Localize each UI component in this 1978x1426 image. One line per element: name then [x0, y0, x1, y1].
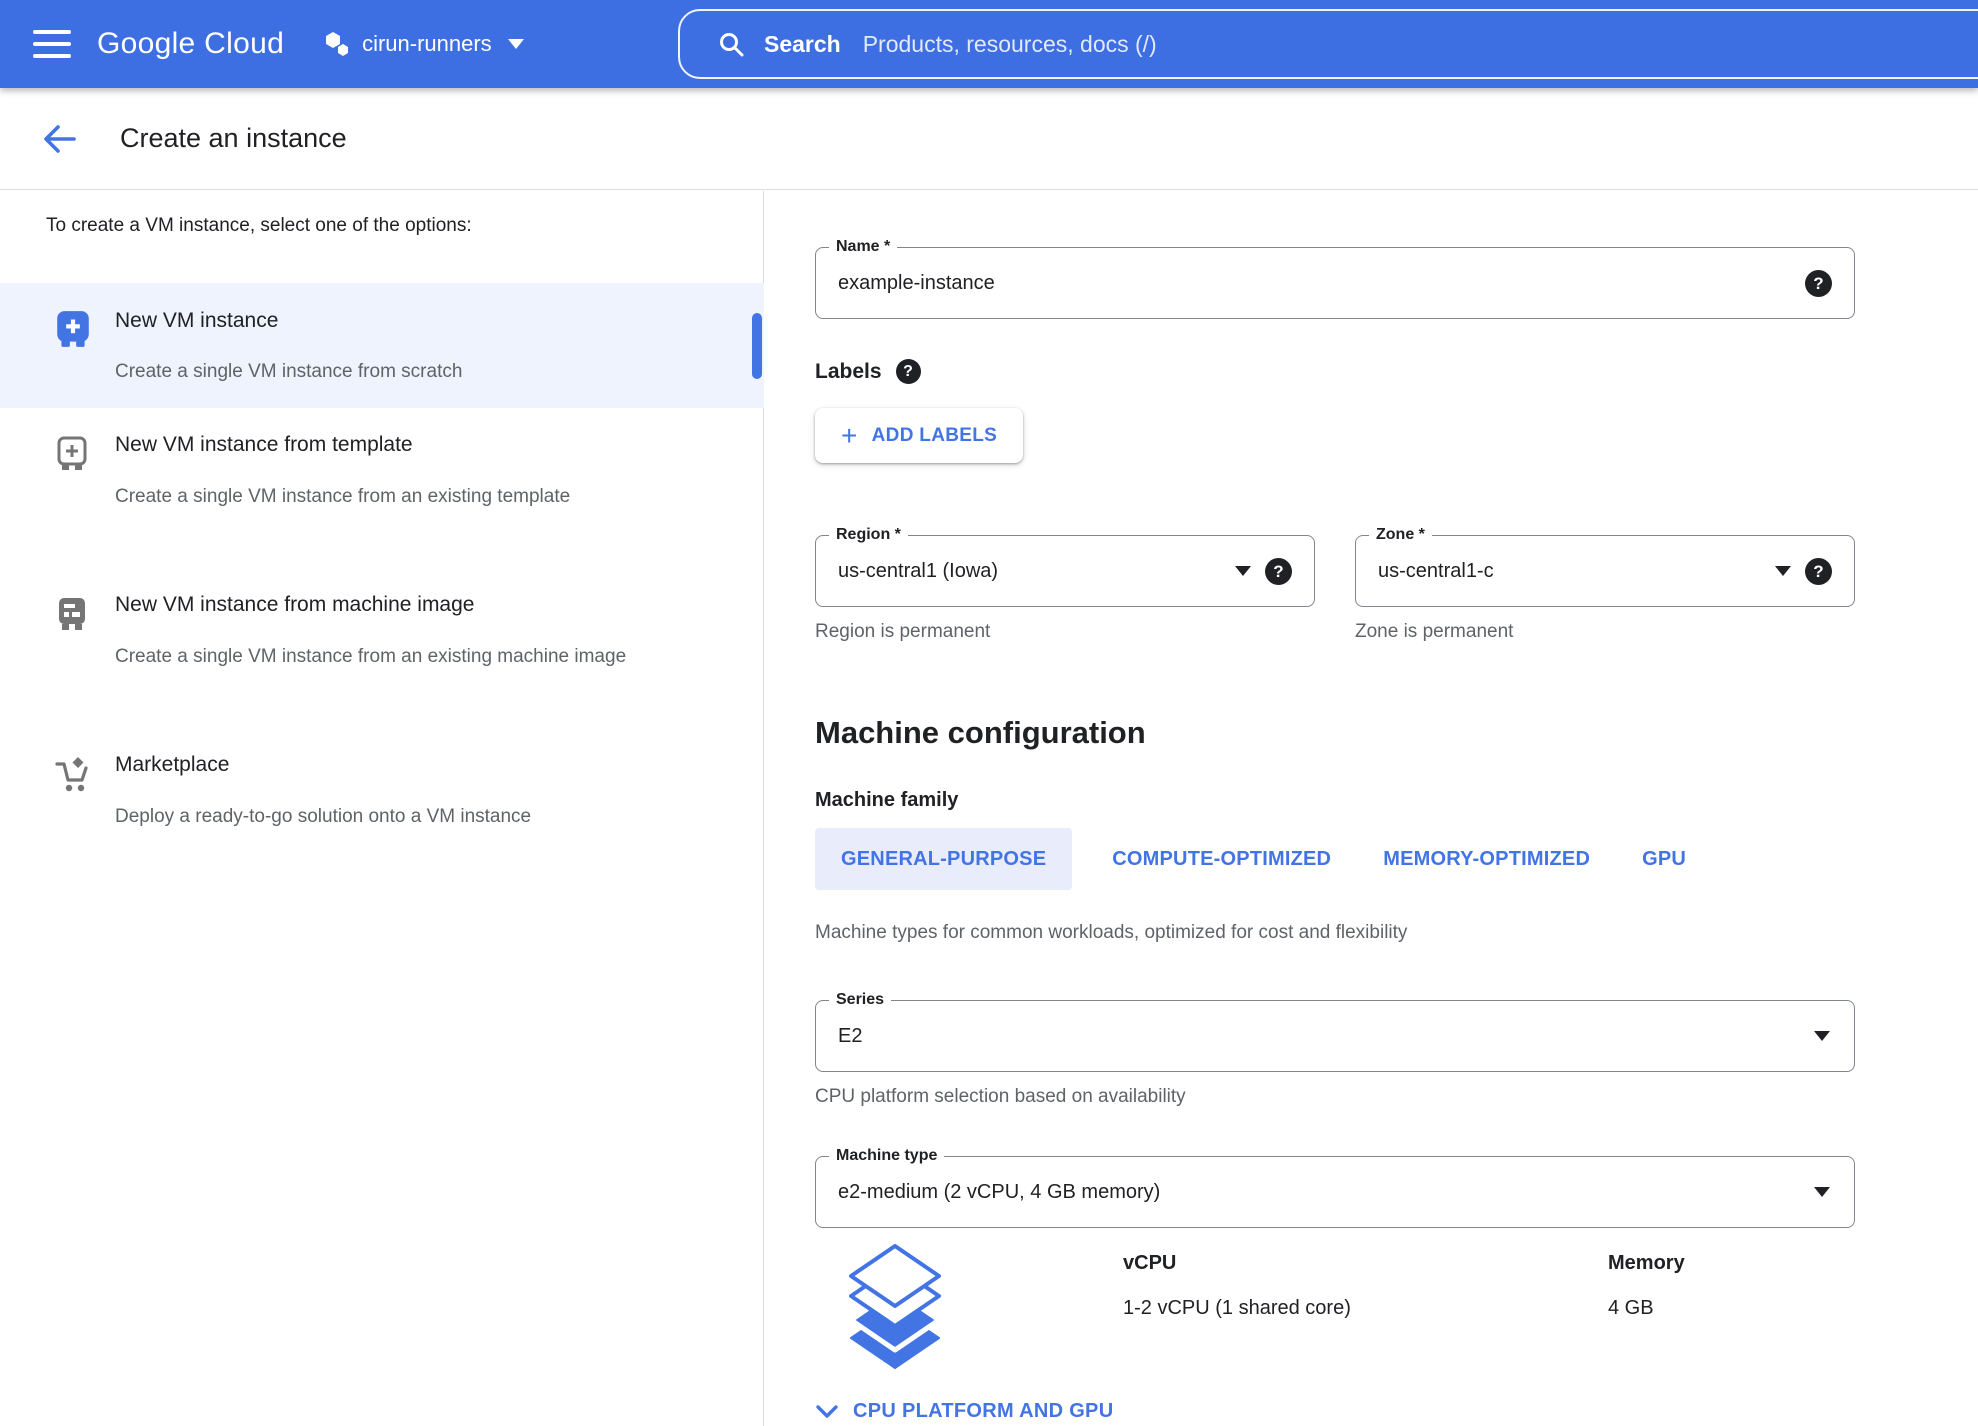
tab-compute-optimized[interactable]: COMPUTE-OPTIMIZED	[1086, 828, 1357, 890]
labels-help-icon[interactable]: ?	[896, 359, 921, 384]
machine-family-label: Machine family	[815, 789, 1978, 812]
google-cloud-logo[interactable]: Google Cloud	[97, 27, 284, 61]
page-header: Create an instance	[0, 88, 1978, 190]
instance-form-panel: Name * example-instance ? Labels ? + ADD…	[765, 191, 1978, 1426]
option-description: Create a single VM instance from an exis…	[115, 638, 635, 676]
option-title: New VM instance from machine image	[115, 593, 474, 617]
machine-type-value: e2-medium (2 vCPU, 4 GB memory)	[838, 1181, 1800, 1204]
name-field[interactable]: Name * example-instance ?	[815, 247, 1855, 319]
back-arrow-icon	[40, 122, 78, 156]
name-field-label: Name *	[829, 237, 897, 257]
menu-icon[interactable]	[33, 30, 71, 58]
sidebar-item-new-vm-instance[interactable]: New VM instance Create a single VM insta…	[0, 283, 764, 408]
zone-help-icon[interactable]: ?	[1805, 558, 1832, 585]
option-title: New VM instance from template	[115, 433, 413, 457]
add-labels-button[interactable]: + ADD LABELS	[815, 408, 1023, 463]
labels-heading: Labels	[815, 360, 882, 384]
memory-value: 4 GB	[1608, 1297, 1685, 1320]
region-select[interactable]: Region * us-central1 (Iowa) ?	[815, 535, 1315, 607]
series-label: Series	[829, 990, 891, 1010]
vm-template-icon	[54, 435, 90, 473]
dropdown-caret-icon	[1775, 566, 1791, 576]
option-title: New VM instance	[115, 309, 278, 333]
creation-options-panel: To create a VM instance, select one of t…	[0, 191, 764, 1426]
option-description: Create a single VM instance from an exis…	[115, 478, 635, 516]
sidebar-item-vm-from-machine-image[interactable]: New VM instance from machine image Creat…	[0, 581, 764, 731]
option-title: Marketplace	[115, 753, 229, 777]
machine-type-spec-row: vCPU 1-2 vCPU (1 shared core) Memory 4 G…	[815, 1242, 1978, 1370]
scrollbar-thumb[interactable]	[752, 313, 762, 379]
dropdown-caret-icon	[1814, 1187, 1830, 1197]
back-button[interactable]	[40, 122, 78, 156]
marketplace-cart-icon	[54, 755, 92, 795]
machine-type-select[interactable]: Machine type e2-medium (2 vCPU, 4 GB mem…	[815, 1156, 1855, 1228]
chevron-down-icon	[508, 39, 524, 49]
cpu-platform-gpu-expander[interactable]: CPU PLATFORM AND GPU	[815, 1400, 1978, 1423]
tab-memory-optimized[interactable]: MEMORY-OPTIMIZED	[1357, 828, 1616, 890]
zone-helper-text: Zone is permanent	[1355, 621, 1855, 643]
app-bar: Google Cloud cirun-runners Search Produc…	[0, 0, 1978, 88]
machine-family-tabs: GENERAL-PURPOSE COMPUTE-OPTIMIZED MEMORY…	[815, 828, 1978, 890]
chevron-down-icon	[815, 1404, 839, 1420]
series-helper-text: CPU platform selection based on availabi…	[815, 1086, 1978, 1108]
series-select[interactable]: Series E2	[815, 1000, 1855, 1072]
region-label: Region *	[829, 525, 908, 545]
page-title: Create an instance	[120, 123, 347, 154]
search-label: Search	[764, 31, 841, 58]
options-intro-text: To create a VM instance, select one of t…	[46, 215, 472, 237]
zone-select[interactable]: Zone * us-central1-c ?	[1355, 535, 1855, 607]
project-name: cirun-runners	[362, 31, 492, 57]
machine-configuration-heading: Machine configuration	[815, 715, 1978, 751]
plus-icon: +	[841, 422, 858, 450]
search-placeholder: Products, resources, docs (/)	[863, 31, 1157, 58]
machine-family-helper-text: Machine types for common workloads, opti…	[815, 922, 1978, 944]
vcpu-value: 1-2 vCPU (1 shared core)	[1123, 1297, 1523, 1320]
machine-type-label: Machine type	[829, 1146, 944, 1166]
machine-image-icon	[54, 595, 90, 633]
sidebar-item-marketplace[interactable]: Marketplace Deploy a ready-to-go solutio…	[0, 741, 764, 861]
option-description: Create a single VM instance from scratch	[115, 353, 635, 391]
sidebar-item-vm-from-template[interactable]: New VM instance from template Create a s…	[0, 421, 764, 571]
zone-value: us-central1-c	[1378, 560, 1761, 583]
machine-layers-icon	[843, 1242, 947, 1370]
tab-general-purpose[interactable]: GENERAL-PURPOSE	[815, 828, 1072, 890]
dropdown-caret-icon	[1235, 566, 1251, 576]
vcpu-column-header: vCPU	[1123, 1252, 1523, 1275]
search-input[interactable]: Search Products, resources, docs (/)	[678, 9, 1978, 79]
series-value: E2	[838, 1025, 1800, 1048]
add-labels-label: ADD LABELS	[872, 425, 997, 447]
cpu-platform-gpu-label: CPU PLATFORM AND GPU	[853, 1400, 1113, 1423]
option-description: Deploy a ready-to-go solution onto a VM …	[115, 798, 635, 836]
region-help-icon[interactable]: ?	[1265, 558, 1292, 585]
project-selector[interactable]: cirun-runners	[324, 31, 524, 57]
dropdown-caret-icon	[1814, 1031, 1830, 1041]
memory-column-header: Memory	[1608, 1252, 1685, 1275]
zone-label: Zone *	[1369, 525, 1432, 545]
name-field-value: example-instance	[838, 272, 1805, 295]
vm-instance-icon	[54, 309, 92, 349]
tab-gpu[interactable]: GPU	[1616, 828, 1712, 890]
region-value: us-central1 (Iowa)	[838, 560, 1221, 583]
region-helper-text: Region is permanent	[815, 621, 1315, 643]
name-help-icon[interactable]: ?	[1805, 270, 1832, 297]
search-icon	[718, 31, 744, 57]
project-hexagons-icon	[324, 31, 350, 57]
